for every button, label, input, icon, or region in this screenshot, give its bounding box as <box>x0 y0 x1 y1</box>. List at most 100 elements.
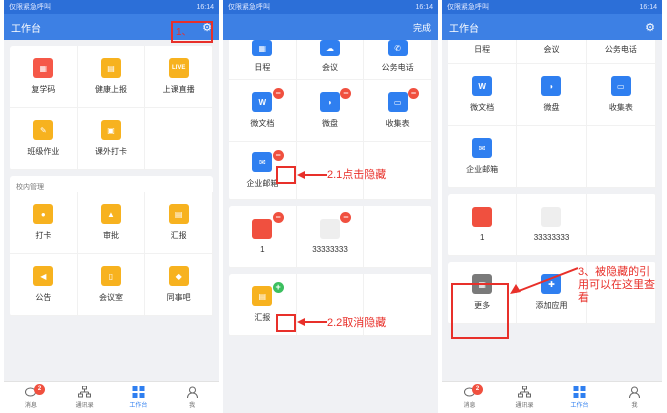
tab-messages[interactable]: 消息 2 <box>442 382 497 413</box>
app-live-class[interactable]: LIVE 上课直播 <box>145 46 213 108</box>
app-fuxuema[interactable]: ▦ 复学码 <box>10 46 78 108</box>
org-chart-icon <box>518 386 531 398</box>
report-icon: ▤ <box>252 286 273 306</box>
remove-badge[interactable]: − <box>340 88 352 99</box>
tab-me[interactable]: 我 <box>607 382 662 413</box>
word-icon: W <box>472 76 493 96</box>
app-label: 打卡 <box>35 231 52 240</box>
tab-label: 消息 <box>24 403 37 409</box>
page-title: 工作台 <box>449 23 479 35</box>
app-label: 日程 <box>254 63 271 72</box>
tab-label: 我 <box>631 403 638 409</box>
grid-icon <box>132 386 145 398</box>
section-card-1: ▦ 复学码 ▤ 健康上报 LIVE 上课直播 ✎ 班级作业 ▣ 课外打卡 <box>10 46 213 170</box>
status-bar: 仅限紧急呼叫 16:14 <box>4 0 219 14</box>
app-meeting[interactable]: 会议 <box>517 40 587 64</box>
tab-contacts[interactable]: 通讯录 <box>497 382 552 413</box>
app-form[interactable]: ▭ 收集表 − <box>364 80 432 142</box>
app-label: 班级作业 <box>27 147 60 156</box>
app-phone[interactable]: 公务电话 <box>586 40 656 64</box>
page-title: 工作台 <box>11 23 41 35</box>
app-mail[interactable]: ✉ 企业邮箱 <box>448 126 518 188</box>
app-custom-1[interactable]: 1− <box>229 206 297 268</box>
phone-screen-1: 仅限紧急呼叫 16:14 工作台 ⚙ ▦ 复学码 ▤ 健康上报 LIVE 上课直播 ✎… <box>4 0 219 413</box>
status-left: 仅限紧急呼叫 <box>228 4 270 11</box>
tab-label: 通讯录 <box>75 403 94 409</box>
app-label: 收集表 <box>608 103 633 112</box>
tab-messages[interactable]: 消息 2 <box>4 382 58 413</box>
grid-icon <box>573 386 586 398</box>
app-label: 1 <box>260 245 265 254</box>
app-meeting-room[interactable]: ▯ 会议室 <box>77 254 146 316</box>
app-label: 企业邮箱 <box>246 179 279 188</box>
app-label: 会议 <box>321 63 338 72</box>
tab-label: 通讯录 <box>515 403 534 409</box>
done-button[interactable]: 完成 <box>413 21 431 34</box>
inbox-icon: ▭ <box>387 92 408 112</box>
homework-icon: ✎ <box>33 120 54 140</box>
app-doc[interactable]: W 微文档 − <box>229 80 297 142</box>
status-left: 仅限紧急呼叫 <box>447 4 489 11</box>
calendar-icon: ▦ <box>252 40 273 56</box>
arrow-diagonal-icon <box>510 267 578 294</box>
app-label: 汇报 <box>170 231 187 240</box>
tab-workbench[interactable]: 工作台 <box>552 382 607 413</box>
app-label: 公务电话 <box>604 45 637 54</box>
tab-me[interactable]: 我 <box>165 382 219 413</box>
app-schedule[interactable]: ▦ 日程 <box>229 40 297 80</box>
highlight-box-unhide <box>276 314 296 332</box>
cloud-icon: ☁ <box>319 40 340 56</box>
edit-card-2: 1− 33333333− <box>229 206 432 268</box>
door-icon: ▯ <box>100 266 121 286</box>
app-custom-2[interactable]: 33333333 <box>517 194 587 256</box>
remove-badge[interactable]: − <box>272 88 284 99</box>
app-label: 微文档 <box>250 119 275 128</box>
app-drive[interactable]: ◗ 微盘 <box>517 64 587 126</box>
tab-label: 工作台 <box>129 403 148 409</box>
app-custom-1[interactable]: 1 <box>448 194 518 256</box>
app-class-homework[interactable]: ✎ 班级作业 <box>10 108 78 170</box>
app-health-report[interactable]: ▤ 健康上报 <box>77 46 146 108</box>
remove-badge[interactable]: − <box>272 150 284 161</box>
tab-contacts[interactable]: 通讯录 <box>58 382 112 413</box>
app-doc[interactable]: W 微文档 <box>448 64 518 126</box>
settings-icon[interactable]: ⚙ <box>645 21 655 34</box>
section-card-2: 校内管理 ● 打卡 ▲ 审批 ▤ 汇报 ◀ 公告 ▯ 会议室 ◆ 同事吧 <box>10 176 213 316</box>
mail-icon: ✉ <box>252 152 273 172</box>
app-clockin[interactable]: ● 打卡 <box>10 192 78 254</box>
org-chart-icon <box>78 386 92 398</box>
app-announcement[interactable]: ◀ 公告 <box>10 254 78 316</box>
red-square-icon <box>252 219 273 239</box>
status-time: 16:14 <box>639 3 657 11</box>
app-card-1: 日程 会议 公务电话 W 微文档 ◗ 微盘 ▭ 收集表 ✉ 企业邮箱 <box>448 40 656 188</box>
user-icon <box>629 386 640 398</box>
drive-icon: ◗ <box>319 92 340 112</box>
tab-workbench[interactable]: 工作台 <box>112 382 166 413</box>
unread-badge: 2 <box>34 384 45 395</box>
app-report[interactable]: ▤ 汇报 <box>145 192 213 254</box>
app-meeting[interactable]: ☁ 会议 <box>296 40 365 80</box>
remove-badge[interactable]: − <box>340 212 352 223</box>
app-label: 上课直播 <box>162 85 195 94</box>
remove-badge[interactable]: − <box>272 212 284 223</box>
app-phone[interactable]: ✆ 公务电话 <box>364 40 432 80</box>
app-label: 会议室 <box>98 293 123 302</box>
app-form[interactable]: ▭ 收集表 <box>586 64 656 126</box>
empty-cell <box>364 206 432 268</box>
status-left: 仅限紧急呼叫 <box>9 4 51 11</box>
app-checkin-extra[interactable]: ▣ 课外打卡 <box>77 108 146 170</box>
app-approval[interactable]: ▲ 审批 <box>77 192 146 254</box>
app-label: 微盘 <box>543 103 560 112</box>
app-schedule[interactable]: 日程 <box>448 40 518 64</box>
app-colleagues[interactable]: ◆ 同事吧 <box>145 254 213 316</box>
app-label: 审批 <box>102 231 119 240</box>
section-title: 校内管理 <box>16 184 44 191</box>
add-badge[interactable]: + <box>272 282 284 293</box>
remove-badge[interactable]: − <box>407 88 419 99</box>
app-custom-2[interactable]: 33333333 − <box>296 206 365 268</box>
phone-icon: ✆ <box>387 40 408 56</box>
blank-icon <box>319 219 340 239</box>
app-drive[interactable]: ◗ 微盘 − <box>296 80 365 142</box>
live-icon: LIVE <box>168 58 189 78</box>
app-label: 日程 <box>474 45 491 54</box>
